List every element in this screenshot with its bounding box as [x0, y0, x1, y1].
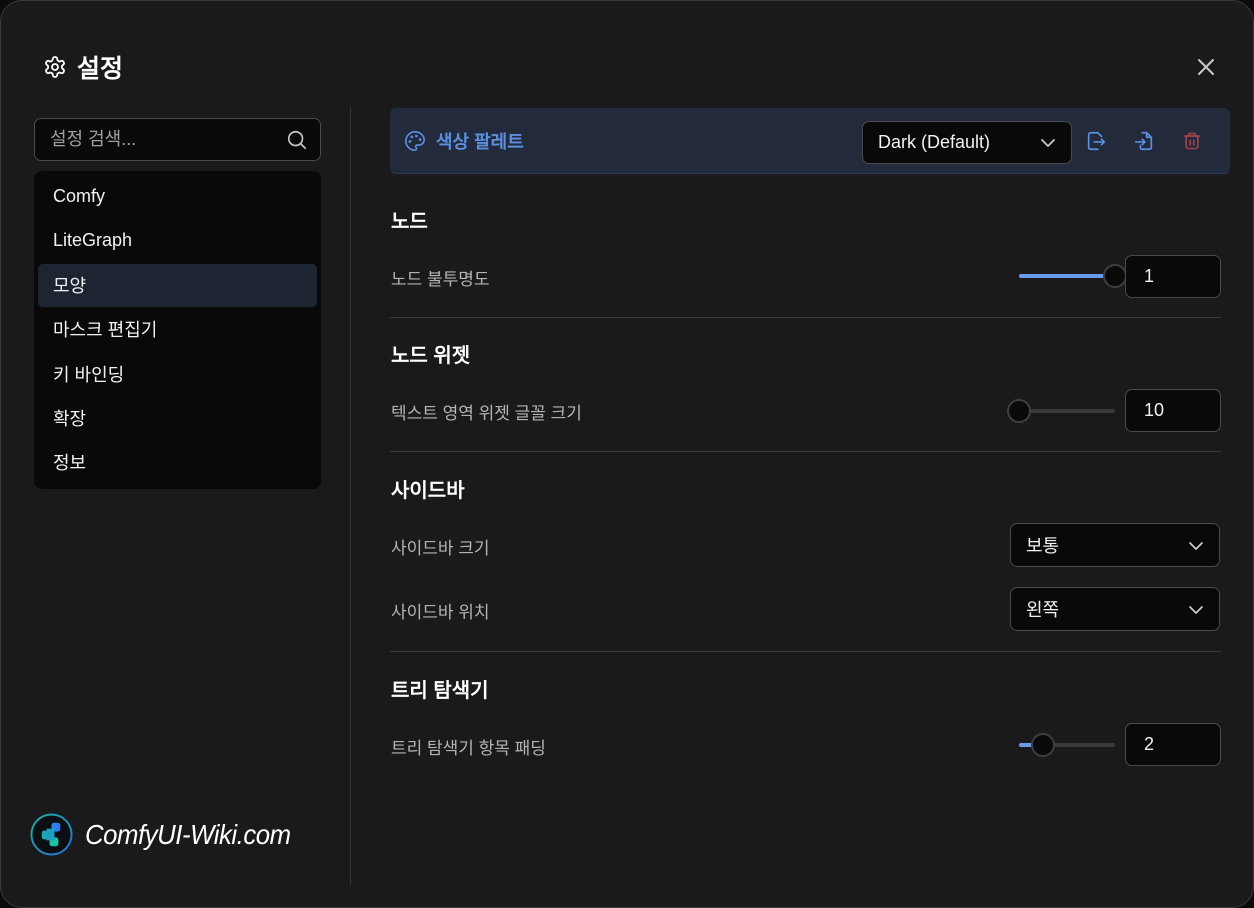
nav-item-label: 모양	[53, 276, 87, 297]
settings-sidebar: Comfy LiteGraph 모양 마스크 편집기 키 바인딩 확장 정보	[34, 118, 321, 489]
nav-item-keybinding[interactable]: 키 바인딩	[38, 352, 317, 395]
nav-item-about[interactable]: 정보	[38, 441, 317, 484]
palette-icon	[405, 130, 425, 151]
node-opacity-slider[interactable]	[1019, 264, 1127, 288]
nav-item-comfy[interactable]: Comfy	[38, 175, 317, 218]
close-icon	[1198, 59, 1214, 75]
section-divider	[390, 317, 1221, 318]
settings-dialog: 설정 Comfy LiteGraph 모양 마스크 편집기 키 바인딩 확장 정…	[0, 0, 1254, 908]
setting-label-textarea-font-size: 텍스트 영역 위젯 글꼴 크기	[391, 404, 582, 423]
slider-thumb[interactable]	[1007, 399, 1031, 423]
file-export-icon	[1087, 131, 1106, 151]
settings-content: 색상 팔레트 Dark (Default) 노드 노드 불투명도 1 노드 위젯…	[390, 108, 1230, 766]
nav-item-label: 키 바인딩	[53, 364, 125, 385]
setting-label-tree-item-padding: 트리 탐색기 항목 패딩	[391, 739, 546, 758]
dialog-title: 설정	[77, 55, 124, 83]
chevron-down-icon	[1189, 606, 1203, 614]
color-palette-label: 색상 팔레트	[436, 131, 524, 152]
search-icon[interactable]	[286, 129, 308, 151]
tree-item-padding-slider[interactable]	[1019, 733, 1115, 757]
section-title-node-widget: 노드 위젯	[391, 345, 471, 367]
node-opacity-input[interactable]	[1125, 255, 1221, 298]
search-input[interactable]	[50, 129, 270, 150]
color-palette-bar: 색상 팔레트 Dark (Default)	[390, 108, 1230, 174]
textarea-font-size-input[interactable]	[1125, 389, 1221, 432]
brand-text: ComfyUI-Wiki.com	[85, 818, 291, 850]
setting-label-sidebar-location: 사이드바 위치	[391, 603, 490, 622]
slider-thumb[interactable]	[1103, 264, 1127, 288]
nav-item-mask-editor[interactable]: 마스크 편집기	[38, 308, 317, 351]
nav-item-label: 마스크 편집기	[53, 320, 158, 341]
section-title-node: 노드	[391, 211, 428, 233]
textarea-font-size-slider[interactable]	[1007, 399, 1115, 423]
section-divider	[390, 451, 1221, 452]
brand-watermark: ComfyUI-Wiki.com	[30, 813, 309, 856]
gear-icon	[45, 56, 65, 78]
nav-item-label: 확장	[53, 408, 87, 429]
section-title-tree-explorer: 트리 탐색기	[391, 680, 489, 702]
nav-item-label: 정보	[53, 453, 87, 474]
slider-thumb[interactable]	[1031, 733, 1055, 757]
nav-item-litegraph[interactable]: LiteGraph	[38, 219, 317, 262]
palette-select[interactable]: Dark (Default)	[862, 121, 1072, 164]
file-import-icon	[1134, 131, 1153, 151]
setting-label-sidebar-size: 사이드바 크기	[391, 539, 490, 558]
section-divider	[390, 651, 1221, 652]
sidebar-size-select[interactable]: 보통	[1010, 523, 1220, 567]
setting-label-node-opacity: 노드 불투명도	[391, 270, 490, 289]
dialog-header: 설정	[43, 49, 123, 85]
color-palette-header: 색상 팔레트	[404, 128, 524, 154]
sidebar-size-value: 보통	[1026, 536, 1060, 556]
delete-palette-button[interactable]	[1179, 128, 1205, 154]
category-nav: Comfy LiteGraph 모양 마스크 편집기 키 바인딩 확장 정보	[34, 171, 321, 489]
nav-item-label: LiteGraph	[53, 230, 133, 251]
nav-item-extensions[interactable]: 확장	[38, 396, 317, 439]
close-button[interactable]	[1193, 54, 1219, 80]
panel-divider	[350, 107, 351, 885]
section-title-sidebar: 사이드바	[391, 480, 465, 502]
nav-item-appearance[interactable]: 모양	[38, 263, 317, 307]
sidebar-location-value: 왼쪽	[1026, 600, 1060, 620]
search-box	[34, 118, 321, 161]
nav-item-label: Comfy	[53, 186, 106, 206]
tree-item-padding-input[interactable]	[1125, 723, 1221, 766]
chevron-down-icon	[1189, 542, 1203, 550]
palette-selected-value: Dark (Default)	[878, 132, 991, 152]
export-palette-button[interactable]	[1083, 128, 1109, 154]
slider-fill	[1019, 274, 1115, 278]
trash-icon	[1183, 132, 1201, 150]
chevron-down-icon	[1041, 139, 1055, 147]
slider-track	[1019, 409, 1115, 413]
import-palette-button[interactable]	[1131, 128, 1157, 154]
comfyui-logo-icon	[30, 813, 73, 856]
sidebar-location-select[interactable]: 왼쪽	[1010, 587, 1220, 631]
